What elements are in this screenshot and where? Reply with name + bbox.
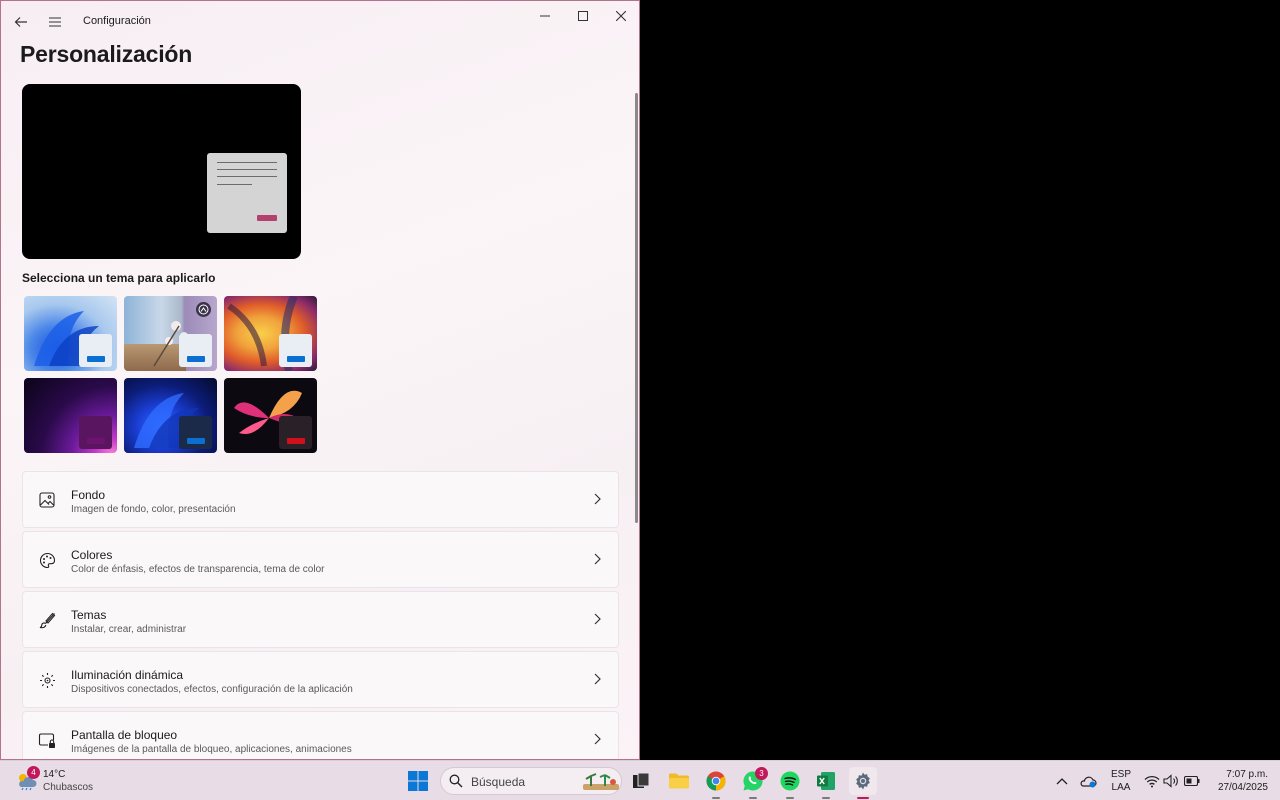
row-subtitle: Color de énfasis, efectos de transparenc…: [71, 564, 325, 575]
excel-icon: [817, 772, 835, 790]
chevron-right-icon: [594, 673, 601, 685]
volume-button[interactable]: [1161, 767, 1181, 795]
weather-description[interactable]: Chubascos: [43, 781, 93, 794]
start-button[interactable]: [404, 767, 432, 795]
settings-row-fondo[interactable]: Fondo Imagen de fondo, color, presentaci…: [22, 471, 619, 528]
brush-icon: [37, 610, 57, 630]
page-title: Personalización: [20, 41, 193, 67]
gear-icon: [856, 772, 870, 790]
window-title: Configuración: [83, 15, 151, 27]
chevron-right-icon: [594, 493, 601, 505]
row-title: Temas: [71, 608, 107, 622]
theme-thumbnail-windows-dark[interactable]: [124, 378, 217, 453]
windows-logo-icon: [408, 771, 428, 791]
theme-thumbnail-glow[interactable]: [224, 296, 317, 371]
onedrive-button[interactable]: [1076, 767, 1100, 795]
chevron-right-icon: [594, 733, 601, 745]
whatsapp-badge: 3: [755, 767, 768, 780]
row-title: Fondo: [71, 488, 106, 502]
taskbar: 4 14°C Chubascos Búsqueda 3 ESP LAA 7:07…: [0, 760, 1280, 800]
themes-section-label: Selecciona un tema para aplicarlo: [22, 271, 216, 285]
show-hidden-icons-button[interactable]: [1052, 767, 1072, 795]
battery-icon: [1184, 776, 1200, 786]
close-button[interactable]: [603, 5, 639, 27]
hamburger-menu-icon[interactable]: [46, 13, 64, 31]
spotlight-icon: [196, 302, 211, 317]
settings-row-colores[interactable]: Colores Color de énfasis, efectos de tra…: [22, 531, 619, 588]
weather-temperature[interactable]: 14°C: [43, 768, 65, 781]
wifi-icon: [1144, 775, 1160, 787]
image-icon: [37, 490, 57, 510]
settings-row-iluminacion-dinamica[interactable]: Iluminación dinámica Dispositivos conect…: [22, 651, 619, 708]
row-subtitle: Imagen de fondo, color, presentación: [71, 504, 236, 515]
settings-row-pantalla-de-bloqueo[interactable]: Pantalla de bloqueo Imágenes de la panta…: [22, 711, 619, 759]
row-title: Iluminación dinámica: [71, 668, 184, 682]
title-bar: Configuración: [1, 1, 639, 41]
settings-button[interactable]: [849, 767, 877, 799]
chevron-right-icon: [594, 613, 601, 625]
row-title: Colores: [71, 548, 113, 562]
cloud-sync-icon: [1080, 776, 1097, 788]
row-subtitle: Instalar, crear, administrar: [71, 624, 187, 635]
theme-card: [79, 416, 112, 449]
chevron-right-icon: [594, 553, 601, 565]
wifi-button[interactable]: [1142, 767, 1162, 795]
chevron-up-icon: [1056, 778, 1068, 785]
spotify-button[interactable]: [776, 767, 804, 799]
taskbar-search-box[interactable]: Búsqueda: [440, 767, 622, 795]
language-indicator-line2[interactable]: LAA: [1108, 781, 1134, 794]
running-indicator: [822, 797, 830, 799]
chrome-button[interactable]: [702, 767, 730, 799]
theme-card: [279, 334, 312, 367]
spotify-icon: [780, 771, 800, 791]
search-placeholder: Búsqueda: [471, 775, 526, 789]
lock-screen-icon: [37, 730, 57, 750]
row-subtitle: Imágenes de la pantalla de bloqueo, apli…: [71, 744, 352, 755]
task-view-button[interactable]: [627, 767, 655, 795]
active-indicator: [857, 797, 869, 799]
theme-thumbnail-flow[interactable]: [224, 378, 317, 453]
theme-thumbnail-captured-motion[interactable]: [24, 378, 117, 453]
file-explorer-button[interactable]: [665, 767, 693, 795]
theme-card: [179, 334, 212, 367]
language-indicator-line1[interactable]: ESP: [1108, 768, 1134, 781]
clock-date[interactable]: 27/04/2025: [1208, 781, 1268, 794]
theme-card: [179, 416, 212, 449]
running-indicator: [786, 797, 794, 799]
theme-card: [279, 416, 312, 449]
theme-preview: [22, 84, 301, 259]
running-indicator: [749, 797, 757, 799]
preview-accent-button: [257, 215, 277, 221]
back-arrow-icon[interactable]: [12, 13, 30, 31]
palette-icon: [37, 550, 57, 570]
excel-button[interactable]: [812, 767, 840, 799]
folder-icon: [669, 773, 689, 789]
settings-window: Configuración Personalización Selecciona…: [0, 0, 640, 760]
search-icon: [449, 774, 463, 788]
theme-thumbnail-windows-light[interactable]: [24, 296, 117, 371]
chrome-icon: [706, 771, 726, 791]
row-title: Pantalla de bloqueo: [71, 728, 178, 742]
minimize-button[interactable]: [527, 5, 563, 27]
lighting-icon: [37, 670, 57, 690]
clock-time[interactable]: 7:07 p.m.: [1208, 768, 1268, 781]
settings-row-temas[interactable]: Temas Instalar, crear, administrar: [22, 591, 619, 648]
running-indicator: [712, 797, 720, 799]
weather-badge: 4: [27, 766, 40, 779]
theme-card: [79, 334, 112, 367]
search-highlight-icon: [583, 773, 619, 790]
maximize-button[interactable]: [565, 5, 601, 27]
preview-dialog: [207, 153, 287, 233]
row-subtitle: Dispositivos conectados, efectos, config…: [71, 684, 353, 695]
speaker-icon: [1163, 774, 1178, 788]
battery-button[interactable]: [1182, 767, 1202, 795]
theme-thumbnail-spotlight[interactable]: [124, 296, 217, 371]
vertical-scrollbar[interactable]: [635, 93, 638, 523]
task-view-icon: [633, 772, 650, 788]
